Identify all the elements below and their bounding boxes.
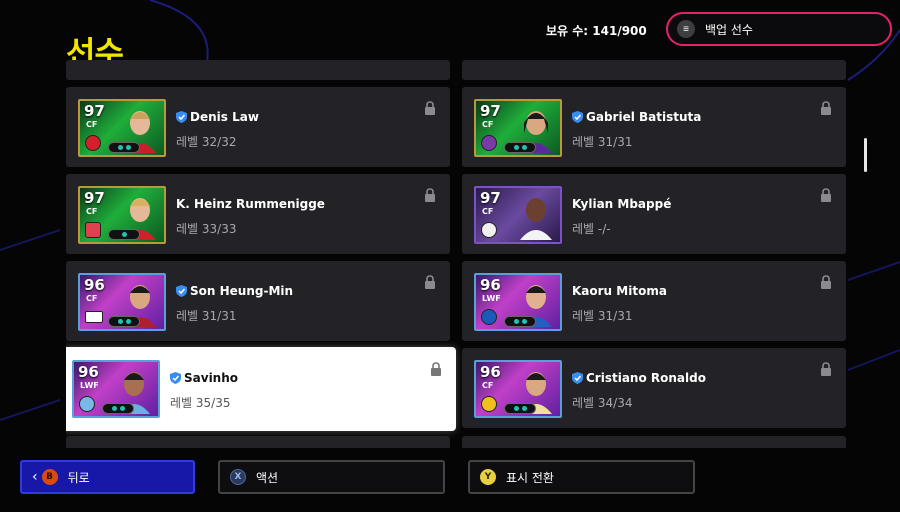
player-level: 레벨 32/32 <box>176 135 237 149</box>
player-name: Savinho <box>184 371 239 385</box>
player-rating: 96 <box>480 363 501 381</box>
list-item-partial <box>462 60 846 80</box>
y-key-icon: Y <box>480 469 496 485</box>
player-level: 레벨 34/34 <box>572 396 633 410</box>
skill-indicator <box>108 316 140 327</box>
player-position: CF <box>482 381 494 390</box>
skill-indicator <box>108 142 140 153</box>
player-thumbnail: 96 CF <box>474 360 562 418</box>
player-name: Cristiano Ronaldo <box>586 371 706 385</box>
player-level: 레벨 35/35 <box>170 396 231 410</box>
action-button[interactable]: X 액션 <box>218 460 445 494</box>
list-item-partial <box>66 60 450 80</box>
club-badge-icon <box>481 222 497 238</box>
player-card-mitoma[interactable]: 96 LWF Kaoru Mitoma 레벨 31/31 <box>462 261 846 341</box>
player-rating: 96 <box>480 276 501 294</box>
flag-korea-icon <box>85 311 103 323</box>
player-level: 레벨 -/- <box>572 222 611 236</box>
verified-shield-icon <box>176 111 187 123</box>
club-badge-icon <box>85 135 101 151</box>
list-item-partial <box>66 436 450 448</box>
player-level: 레벨 31/31 <box>572 309 633 323</box>
verified-shield-icon <box>176 285 187 297</box>
club-badge-icon <box>85 222 101 238</box>
player-card-son-heung-min[interactable]: 96 CF Son Heung-Min 레벨 31/31 <box>66 261 450 341</box>
skill-indicator <box>102 403 134 414</box>
backup-players-label: 백업 선수 <box>705 22 753 37</box>
player-position: CF <box>86 294 98 303</box>
skill-indicator <box>108 229 140 240</box>
player-position: LWF <box>80 381 99 390</box>
player-rating: 97 <box>84 189 105 207</box>
verified-shield-icon <box>170 372 181 384</box>
player-card-denis-law[interactable]: 97 CF Denis Law 레벨 32/32 <box>66 87 450 167</box>
verified-shield-icon <box>572 372 583 384</box>
lock-icon[interactable] <box>424 275 436 289</box>
player-card-batistuta[interactable]: 97 CF Gabriel Batistuta 레벨 31/31 <box>462 87 846 167</box>
player-name: Kaoru Mitoma <box>572 284 667 298</box>
back-label: 뒤로 <box>67 470 90 485</box>
club-badge-icon <box>481 396 497 412</box>
backup-players-button[interactable]: ≡ 백업 선수 <box>666 12 892 46</box>
chevron-left-icon: ‹ <box>32 469 38 485</box>
lock-icon[interactable] <box>820 275 832 289</box>
player-thumbnail: 97 CF <box>474 186 562 244</box>
player-card-savinho-selected[interactable]: 96 LWF Savinho 레벨 35/35 <box>66 347 456 431</box>
player-name: Son Heung-Min <box>190 284 294 298</box>
toggle-view-label: 표시 전환 <box>506 470 554 485</box>
menu-icon: ≡ <box>677 20 695 38</box>
lock-icon[interactable] <box>430 362 442 376</box>
player-name: Gabriel Batistuta <box>586 110 702 124</box>
player-card-mbappe[interactable]: 97 CF Kylian Mbappé 레벨 -/- <box>462 174 846 254</box>
player-position: CF <box>86 207 98 216</box>
player-level: 레벨 31/31 <box>572 135 633 149</box>
skill-indicator <box>504 316 536 327</box>
player-rating: 96 <box>84 276 105 294</box>
scrollbar-thumb[interactable] <box>864 138 867 172</box>
player-portrait-icon <box>520 198 552 240</box>
player-level: 레벨 31/31 <box>176 309 237 323</box>
player-list: 97 CF Denis Law 레벨 32/32 97 CF K. Heinz … <box>66 60 848 448</box>
skill-indicator <box>504 142 536 153</box>
player-rating: 97 <box>480 102 501 120</box>
back-button[interactable]: ‹ B 뒤로 <box>20 460 195 494</box>
x-key-icon: X <box>230 469 246 485</box>
player-position: CF <box>86 120 98 129</box>
action-label: 액션 <box>256 470 279 485</box>
lock-icon[interactable] <box>820 188 832 202</box>
player-thumbnail: 97 CF <box>78 99 166 157</box>
player-rating: 96 <box>78 363 99 381</box>
lock-icon[interactable] <box>424 101 436 115</box>
owned-count: 보유 수: 141/900 <box>546 24 647 38</box>
player-level: 레벨 33/33 <box>176 222 237 236</box>
toggle-view-button[interactable]: Y 표시 전환 <box>468 460 695 494</box>
player-thumbnail: 96 LWF <box>474 273 562 331</box>
player-position: LWF <box>482 294 501 303</box>
player-position: CF <box>482 120 494 129</box>
list-item-partial <box>462 436 846 448</box>
player-rating: 97 <box>480 189 501 207</box>
player-rating: 97 <box>84 102 105 120</box>
player-card-rummenigge[interactable]: 97 CF K. Heinz Rummenigge 레벨 33/33 <box>66 174 450 254</box>
player-name: Denis Law <box>190 110 259 124</box>
lock-icon[interactable] <box>424 188 436 202</box>
club-badge-icon <box>481 309 497 325</box>
player-thumbnail: 97 CF <box>474 99 562 157</box>
player-thumbnail: 97 CF <box>78 186 166 244</box>
b-key-icon: B <box>41 469 58 485</box>
player-name: Kylian Mbappé <box>572 197 672 211</box>
player-name: K. Heinz Rummenigge <box>176 197 325 211</box>
lock-icon[interactable] <box>820 101 832 115</box>
player-thumbnail: 96 CF <box>78 273 166 331</box>
club-badge-icon <box>481 135 497 151</box>
player-card-ronaldo[interactable]: 96 CF Cristiano Ronaldo 레벨 34/34 <box>462 348 846 428</box>
verified-shield-icon <box>572 111 583 123</box>
player-position: CF <box>482 207 494 216</box>
lock-icon[interactable] <box>820 362 832 376</box>
club-badge-icon <box>79 396 95 412</box>
skill-indicator <box>504 403 536 414</box>
player-thumbnail: 96 LWF <box>72 360 160 418</box>
